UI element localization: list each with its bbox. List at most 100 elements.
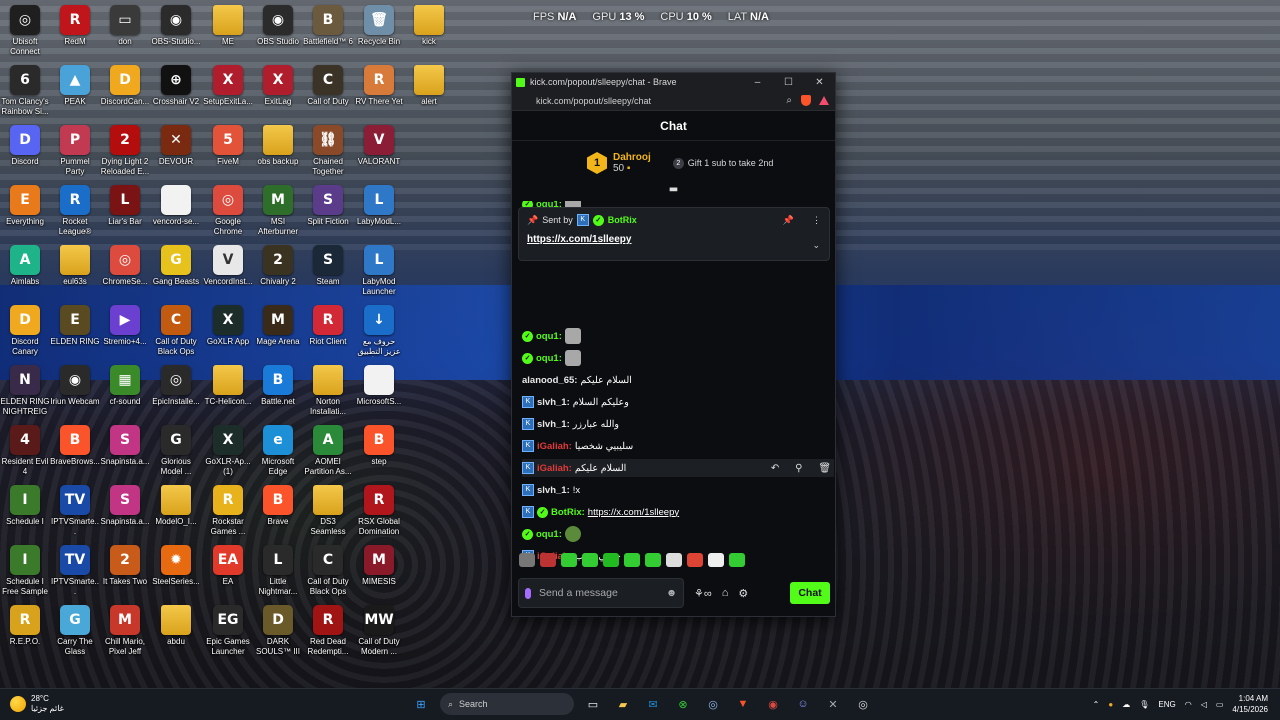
desktop-icon[interactable]: 5 FiveM xyxy=(203,125,253,167)
desktop-icon[interactable]: 6 Tom Clancy's Rainbow Si... xyxy=(0,65,50,117)
desktop-icon[interactable]: ◉ OBS-Studio... xyxy=(151,5,201,47)
desktop-icon[interactable]: ◎ Ubisoft Connect xyxy=(0,5,50,57)
url-text[interactable]: kick.com/popout/slleepy/chat xyxy=(536,96,777,106)
chat-input[interactable]: Send a message ☻ xyxy=(518,578,684,608)
emote-icon[interactable] xyxy=(582,553,598,567)
browser-window[interactable]: kick.com/popout/slleepy/chat - Brave – ☐… xyxy=(511,72,836,617)
desktop-icon[interactable]: C Call of Duty Black Ops xyxy=(151,305,201,357)
chat-message[interactable]: K ✓ BotRix: https://x.com/1slleepy xyxy=(522,503,679,521)
wifi-icon[interactable]: ◠ xyxy=(1185,700,1192,709)
microphone-icon[interactable] xyxy=(525,587,531,599)
desktop-icon[interactable]: 4 Resident Evil 4 xyxy=(0,425,50,477)
desktop-icon[interactable]: M MIMESIS xyxy=(354,545,404,587)
chevron-down-icon[interactable]: ⌄ xyxy=(812,240,820,251)
emoji-icon[interactable]: ☻ xyxy=(666,587,677,599)
chat-username[interactable]: BotRix: xyxy=(551,507,585,518)
chat-message[interactable]: ✓ oqu1: xyxy=(522,327,581,345)
emote-icon[interactable] xyxy=(708,553,724,567)
start-icon[interactable]: ⊞ xyxy=(410,693,432,715)
emote-icon[interactable] xyxy=(603,553,619,567)
pinned-sender[interactable]: BotRix xyxy=(608,215,637,225)
desktop-icon[interactable]: M Chill Mario, Pixel Jeff xyxy=(100,605,150,657)
steam-icon[interactable]: ◎ xyxy=(702,693,724,715)
minimize-button[interactable]: – xyxy=(742,77,773,88)
chat-username[interactable]: slvh_1: xyxy=(537,485,570,496)
pinned-link[interactable]: https://x.com/1slleepy xyxy=(527,234,821,245)
cloud-icon[interactable]: ☁ xyxy=(1122,700,1130,709)
desktop-icon[interactable]: C Call of Duty Black Ops xyxy=(303,545,353,597)
desktop-icon[interactable]: L LabyMod Launcher xyxy=(354,245,404,297)
language-indicator[interactable]: ENG xyxy=(1158,700,1175,709)
store-icon[interactable]: ⌂ xyxy=(722,587,729,599)
emote-icon[interactable] xyxy=(666,553,682,567)
desktop-icon[interactable]: TV IPTVSmarte... xyxy=(50,485,100,537)
desktop-icon[interactable]: I Schedule I Free Sample xyxy=(0,545,50,597)
pin-icon[interactable]: ⚲ xyxy=(795,463,802,474)
desktop-icon[interactable]: S Split Fiction xyxy=(303,185,353,227)
desktop-icon[interactable]: 🗑 Recycle Bin xyxy=(354,5,404,47)
window-titlebar[interactable]: kick.com/popout/slleepy/chat - Brave – ☐… xyxy=(512,73,835,91)
desktop-icon[interactable]: EA EA xyxy=(203,545,253,587)
desktop-icon[interactable]: ⊕ Crosshair V2 xyxy=(151,65,201,107)
emote-icon[interactable] xyxy=(729,553,745,567)
desktop-icon[interactable]: alert xyxy=(404,65,454,107)
desktop-icon[interactable]: P Pummel Party xyxy=(50,125,100,177)
emote-tray[interactable] xyxy=(519,553,745,567)
chat-username[interactable]: iGaliah: xyxy=(537,441,572,452)
brave-icon[interactable]: ▼ xyxy=(732,693,754,715)
chrome-icon[interactable]: ◉ xyxy=(762,693,784,715)
desktop-icon[interactable]: ◉ OBS Studio xyxy=(253,5,303,47)
desktop-icon[interactable]: A Aimlabs xyxy=(0,245,50,287)
desktop-icon[interactable]: X ExitLag xyxy=(253,65,303,107)
desktop-icon[interactable]: kick xyxy=(404,5,454,47)
chat-message[interactable]: Kslvh_1:وعليكم السلام xyxy=(522,569,629,571)
desktop-icon[interactable]: B Brave xyxy=(253,485,303,527)
emote-icon[interactable] xyxy=(645,553,661,567)
brave-rewards-icon[interactable] xyxy=(819,96,829,105)
desktop-icon[interactable]: eul63s xyxy=(50,245,100,287)
desktop-icon[interactable]: R R.E.P.O. xyxy=(0,605,50,647)
desktop-icon[interactable]: R Riot Client xyxy=(303,305,353,347)
desktop-icon[interactable]: S Steam xyxy=(303,245,353,287)
desktop-icon[interactable]: 2 It Takes Two xyxy=(100,545,150,587)
desktop-icon[interactable]: S Snapinsta.a... xyxy=(100,485,150,527)
desktop-icon[interactable]: D DARK SOULS™ III xyxy=(253,605,303,657)
desktop-icon[interactable]: L LabyModL... xyxy=(354,185,404,227)
desktop-icon[interactable]: Norton Installati... xyxy=(303,365,353,417)
clock[interactable]: 1:04 AM 4/15/2026 xyxy=(1232,693,1268,715)
desktop-icon[interactable]: ↓ حروف مع عزيز التطبيق الأ... xyxy=(354,305,404,357)
chat-username[interactable]: oqu1: xyxy=(536,331,562,342)
desktop-icon[interactable]: R Rockstar Games ... xyxy=(203,485,253,537)
desktop-icon[interactable]: e Microsoft Edge xyxy=(253,425,303,477)
outlook-icon[interactable]: ✉ xyxy=(642,693,664,715)
desktop-icon[interactable]: R RV There Yet xyxy=(354,65,404,107)
desktop-icon[interactable]: ▲ PEAK xyxy=(50,65,100,107)
desktop-icon[interactable]: S Snapinsta.a... xyxy=(100,425,150,467)
brave-shields-icon[interactable] xyxy=(801,95,811,106)
desktop-icon[interactable]: R RSX Global Domination xyxy=(354,485,404,537)
desktop-icon[interactable]: V VencordInst... xyxy=(203,245,253,287)
desktop-icon[interactable]: N ELDEN RING NIGHTREIGN xyxy=(0,365,50,417)
chat-link[interactable]: https://x.com/1slleepy xyxy=(588,507,679,518)
desktop-icon[interactable]: L Liar's Bar xyxy=(100,185,150,227)
desktop-icon[interactable]: 2 Chivalry 2 xyxy=(253,245,303,287)
pinned-message[interactable]: 📌 Sent by K ✓ BotRix 📌 ⋮ https://x.com/1… xyxy=(518,207,830,261)
desktop-icon[interactable]: ▭ don xyxy=(100,5,150,47)
desktop-icon[interactable]: Bstep xyxy=(354,425,404,467)
desktop-icon[interactable]: ▶ Stremio+4... xyxy=(100,305,150,347)
desktop-icon[interactable]: L Little Nightmar... xyxy=(253,545,303,597)
obs-icon[interactable]: ◎ xyxy=(852,693,874,715)
desktop-icon[interactable]: DS3 Seamless Co-op v0.1... xyxy=(303,485,353,537)
desktop-icon[interactable]: ✕ DEVOUR xyxy=(151,125,201,167)
gift-leaderboard[interactable]: 1 Dahrooj 50 ▪ 2 Gift 1 sub to take 2nd xyxy=(512,141,835,185)
desktop-icon[interactable]: vencord-se... xyxy=(151,185,201,227)
desktop-icon[interactable]: M MSI Afterburner xyxy=(253,185,303,237)
more-options-icon[interactable]: ⋮ xyxy=(812,215,821,226)
chat-message[interactable]: KiGaliah: السلام عليكم ↶ ⚲ 🗑 xyxy=(522,459,834,477)
chat-username[interactable]: oqu1: xyxy=(536,529,562,540)
goxlr-icon[interactable]: ✕ xyxy=(822,693,844,715)
close-button[interactable]: ✕ xyxy=(804,77,835,88)
desktop-icon[interactable]: ◎ EpicInstalle... xyxy=(151,365,201,407)
task-view-icon[interactable]: ▭ xyxy=(582,693,604,715)
desktop-icon[interactable]: R Rocket League® xyxy=(50,185,100,237)
